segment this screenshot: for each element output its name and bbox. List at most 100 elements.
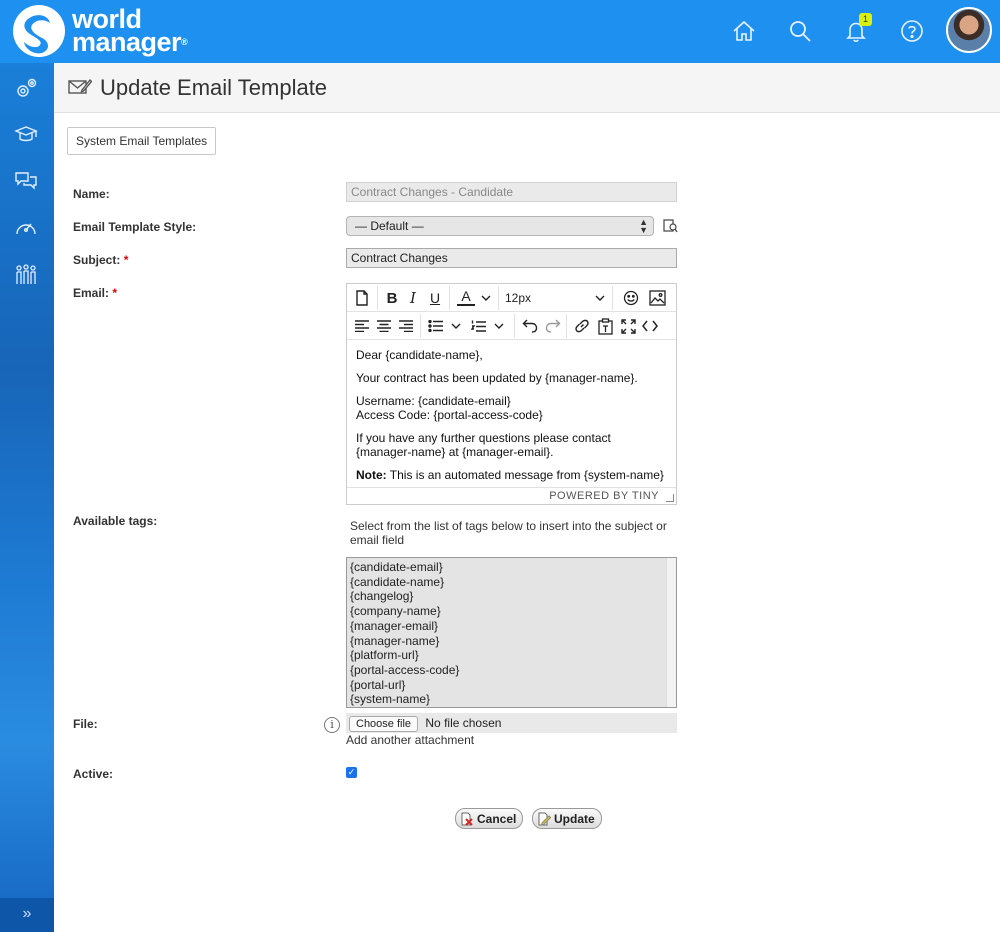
font-size-chevron-icon (595, 295, 605, 301)
resize-handle-icon[interactable] (666, 494, 674, 502)
add-another-attachment-link[interactable]: Add another attachment (346, 733, 474, 747)
sidebar: » (0, 63, 54, 932)
align-center-icon[interactable] (375, 316, 393, 336)
cancel-button[interactable]: Cancel (455, 808, 524, 829)
logo-line-2: manager (72, 27, 182, 57)
tags-list: {candidate-email} {candidate-name} {change… (347, 558, 676, 707)
email-template-style-select[interactable]: — Default — ▲ ▼ (346, 216, 654, 236)
tag-option[interactable]: {platform-url} (350, 648, 673, 663)
numbered-list-chevron-icon[interactable] (493, 316, 505, 336)
update-icon (538, 812, 551, 826)
insert-image-icon[interactable] (648, 288, 666, 308)
toolbar-separator (612, 286, 613, 310)
tags-scrollbar[interactable] (666, 558, 676, 707)
update-label: Update (554, 811, 595, 826)
source-code-icon[interactable] (641, 316, 659, 336)
tag-option[interactable]: {candidate-email} (350, 560, 673, 575)
fullscreen-icon[interactable] (619, 316, 637, 336)
name-label: Name: (73, 187, 110, 201)
file-input[interactable]: Choose file No file chosen (346, 713, 677, 733)
update-button[interactable]: Update (532, 808, 602, 829)
choose-file-button[interactable]: Choose file (349, 715, 419, 732)
tag-option[interactable]: {company-name} (350, 604, 673, 619)
cancel-label: Cancel (477, 811, 517, 826)
sidebar-chat-icon[interactable] (12, 167, 40, 195)
logo-text: world manager® (72, 6, 188, 57)
sidebar-settings-gears-icon[interactable] (12, 75, 40, 103)
text-color-dropdown-chevron-icon[interactable] (480, 288, 492, 308)
bullet-list-icon[interactable] (427, 316, 445, 336)
align-left-icon[interactable] (353, 316, 371, 336)
name-field[interactable]: Contract Changes - Candidate (346, 182, 677, 202)
world-manager-logo[interactable]: world manager® (12, 4, 188, 58)
emoji-icon[interactable] (622, 288, 640, 308)
tag-option[interactable]: {manager-email} (350, 619, 673, 634)
font-size-select[interactable]: 12px (505, 288, 605, 308)
top-bar: world manager® 1 (0, 0, 1000, 63)
file-status: No file chosen (425, 716, 502, 730)
editor-line-access-code: Access Code: {portal-access-code} (356, 408, 543, 422)
file-label: File: (73, 717, 98, 731)
sidebar-people-icon[interactable] (12, 261, 40, 289)
home-icon[interactable] (730, 17, 758, 45)
editor-content[interactable]: Dear {candidate-name}, Your contract has… (347, 340, 676, 499)
page-title: Update Email Template (100, 75, 328, 100)
bold-button[interactable]: B (384, 288, 400, 308)
user-avatar[interactable] (946, 7, 992, 53)
sidebar-dashboard-gauge-icon[interactable] (12, 214, 40, 242)
tags-listbox[interactable]: {candidate-email} {candidate-name} {change… (346, 557, 677, 708)
redo-icon[interactable] (544, 316, 562, 336)
tag-option[interactable]: {portal-access-code} (350, 663, 673, 678)
subject-input[interactable]: Contract Changes (346, 248, 677, 268)
editor-toolbar-row-2 (347, 312, 676, 340)
font-size-value: 12px (505, 291, 532, 305)
search-icon[interactable] (786, 17, 814, 45)
powered-by-tiny[interactable]: POWERED BY TINY (549, 490, 659, 502)
editor-line-username: Username: {candidate-email} (356, 394, 511, 408)
system-email-templates-button[interactable]: System Email Templates (67, 127, 217, 155)
tag-option[interactable]: {candidate-name} (350, 575, 673, 590)
sidebar-learning-cap-icon[interactable] (12, 120, 40, 148)
paste-text-icon[interactable] (596, 316, 614, 336)
editor-credentials: Username: {candidate-email} Access Code:… (356, 394, 667, 422)
preview-style-icon[interactable] (662, 218, 678, 234)
email-template-style-value: — Default — (355, 219, 424, 233)
align-right-icon[interactable] (397, 316, 415, 336)
email-required-mark: * (112, 286, 118, 300)
active-checkbox[interactable]: ✓ (346, 767, 357, 778)
toolbar-separator (420, 314, 421, 338)
editor-status-bar: POWERED BY TINY (347, 487, 676, 504)
toolbar-separator (566, 314, 567, 338)
subject-label-text: Subject: (73, 253, 121, 267)
logo-mark-icon (13, 5, 65, 57)
tag-option[interactable]: {changelog} (350, 589, 673, 604)
page-header: Update Email Template (54, 63, 1000, 113)
email-rich-text-editor[interactable]: B I U A 12px Dear {candidate-name}, Your… (346, 283, 677, 505)
toolbar-separator (514, 314, 515, 338)
email-template-style-label: Email Template Style: (73, 220, 197, 234)
cancel-icon (461, 812, 473, 826)
select-arrows-icon: ▲ ▼ (639, 217, 648, 235)
tag-option[interactable]: {manager-name} (350, 634, 673, 649)
help-icon[interactable] (898, 17, 926, 45)
tags-hint: Select from the list of tags below to in… (350, 519, 667, 547)
sidebar-expand-icon[interactable]: » (0, 898, 54, 932)
underline-button[interactable]: U (427, 288, 443, 308)
new-document-icon[interactable] (353, 288, 371, 308)
insert-link-icon[interactable] (573, 316, 591, 336)
toolbar-separator (377, 286, 378, 310)
text-color-icon[interactable]: A (457, 288, 475, 306)
tag-option[interactable]: {portal-url} (350, 678, 673, 693)
notification-badge: 1 (859, 13, 872, 26)
undo-icon[interactable] (521, 316, 539, 336)
tag-option[interactable]: {system-name} (350, 692, 673, 707)
bullet-list-chevron-icon[interactable] (450, 316, 462, 336)
info-icon[interactable]: i (324, 717, 340, 733)
numbered-list-icon[interactable] (470, 316, 488, 336)
email-label-text: Email: (73, 286, 110, 300)
editor-line-greeting: Dear {candidate-name}, (356, 348, 483, 362)
logo-registered: ® (181, 37, 188, 47)
notifications-bell-icon[interactable]: 1 (842, 13, 872, 45)
italic-button[interactable]: I (405, 288, 421, 308)
editor-line-questions: If you have any further questions please… (356, 431, 611, 459)
